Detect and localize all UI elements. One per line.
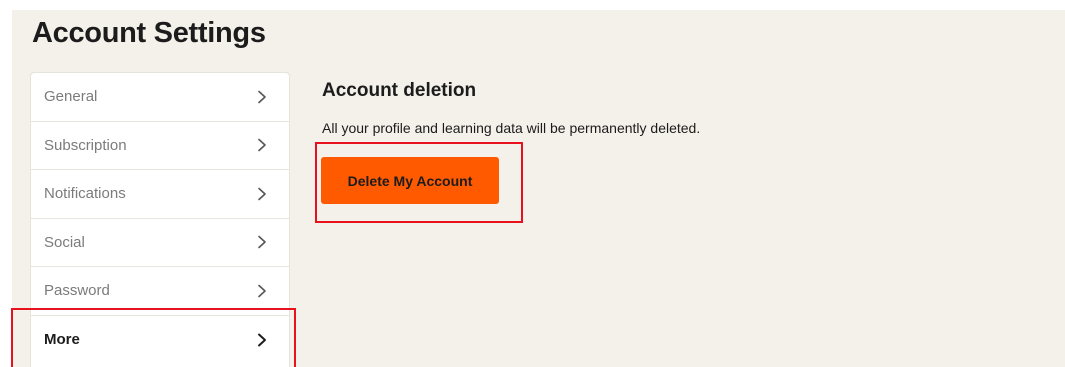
sidebar-item-label: Password — [44, 282, 110, 300]
sidebar-item-label: Subscription — [44, 136, 127, 154]
chevron-right-icon — [256, 138, 268, 152]
sidebar-item-subscription[interactable]: Subscription — [31, 122, 289, 170]
sidebar-item-label: Notifications — [44, 185, 126, 203]
settings-sidebar: General Subscription Notifications Socia… — [30, 72, 290, 367]
delete-account-button[interactable]: Delete My Account — [321, 157, 499, 204]
page-title: Account Settings — [32, 17, 266, 49]
sidebar-item-social[interactable]: Social — [31, 219, 289, 267]
sidebar-item-label: More — [44, 331, 80, 349]
sidebar-item-label: General — [44, 88, 98, 106]
section-title: Account deletion — [322, 80, 477, 101]
sidebar-item-notifications[interactable]: Notifications — [31, 170, 289, 219]
sidebar-item-more[interactable]: More — [31, 316, 289, 365]
chevron-right-icon — [256, 235, 268, 249]
sidebar-item-password[interactable]: Password — [31, 267, 289, 316]
sidebar-item-label: Social — [44, 233, 85, 251]
chevron-right-icon — [256, 284, 268, 298]
section-description: All your profile and learning data will … — [322, 120, 701, 136]
chevron-right-icon — [256, 90, 268, 104]
page: Account Settings General Subscription No… — [0, 0, 1065, 367]
chevron-right-icon — [256, 333, 268, 347]
sidebar-item-general[interactable]: General — [31, 73, 289, 122]
chevron-right-icon — [256, 187, 268, 201]
